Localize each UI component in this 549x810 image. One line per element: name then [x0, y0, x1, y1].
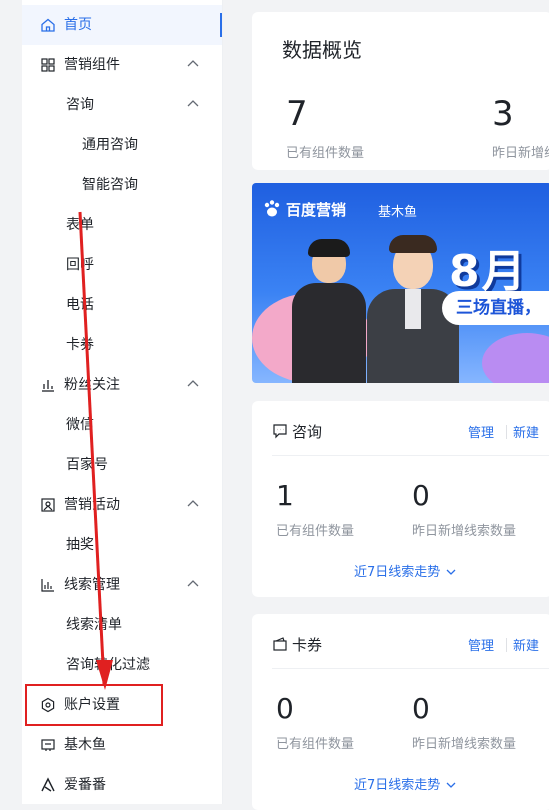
stat-label: 已有组件数量	[276, 737, 355, 752]
sidebar-item-label: 线索管理	[64, 577, 120, 593]
chevron-up-icon[interactable]	[187, 59, 199, 67]
sidebar-item-label: 卡券	[66, 337, 94, 353]
divider	[272, 455, 549, 456]
sidebar-item-label: 粉丝关注	[64, 377, 120, 393]
sidebar-item-marketing-components[interactable]: 营销组件	[22, 45, 222, 85]
sidebar-item-form[interactable]: 表单	[22, 205, 222, 245]
jimuyu-icon	[41, 739, 55, 751]
sidebar-item-smart-consult[interactable]: 智能咨询	[22, 165, 222, 205]
data-overview-card: 数据概览 7 已有组件数量 3 昨日新增线	[252, 12, 549, 170]
sidebar-item-consult[interactable]: 咨询	[22, 85, 222, 125]
trend-toggle[interactable]: 近7日线索走势	[354, 774, 456, 793]
new-link[interactable]: 新建	[513, 635, 539, 654]
sidebar-item-lottery[interactable]: 抽奖	[22, 525, 222, 565]
sidebar-item-label: 微信	[66, 417, 94, 433]
chat-bubble-icon	[273, 424, 287, 439]
activity-icon	[41, 498, 55, 512]
sidebar-item-jimuyu[interactable]: 基木鱼	[22, 725, 222, 765]
aifanfan-icon	[41, 777, 55, 792]
coupon-card: 卡券 管理 新建 0 已有组件数量 0 昨日新增线索数量 近7日线索走势	[252, 614, 549, 810]
sidebar-item-coupon[interactable]: 卡券	[22, 325, 222, 365]
sidebar-item-label: 首页	[64, 17, 92, 33]
trend-label: 近7日线索走势	[354, 778, 441, 793]
sidebar-item-label: 电话	[66, 297, 94, 313]
trend-toggle[interactable]: 近7日线索走势	[354, 561, 456, 580]
divider	[506, 638, 507, 652]
banner-headline: 8月	[449, 246, 528, 297]
active-indicator	[220, 13, 222, 37]
person-figure-left	[292, 239, 366, 383]
consult-card: 咨询 管理 新建 1 已有组件数量 0 昨日新增线索数量 近7日线索走势	[252, 401, 549, 597]
sidebar-item-leads-list[interactable]: 线索清单	[22, 605, 222, 645]
chevron-down-icon	[446, 569, 456, 575]
bar-chart-icon	[42, 380, 54, 392]
sidebar-item-label: 抽奖	[66, 537, 94, 553]
manage-link[interactable]: 管理	[468, 635, 494, 654]
stat-value: 0	[412, 479, 430, 512]
chevron-up-icon[interactable]	[187, 379, 199, 387]
sidebar-item-general-consult[interactable]: 通用咨询	[22, 125, 222, 165]
sidebar-item-label: 营销活动	[64, 497, 120, 513]
divider	[506, 425, 507, 439]
sidebar-item-label: 表单	[66, 217, 94, 233]
sidebar-item-leads-manage[interactable]: 线索管理	[22, 565, 222, 605]
sidebar-item-label: 智能咨询	[82, 177, 138, 193]
stat-value: 0	[276, 692, 294, 725]
baidu-paw-icon	[264, 200, 280, 217]
sidebar-item-wechat[interactable]: 微信	[22, 405, 222, 445]
stat-value: 1	[276, 479, 294, 512]
sidebar-item-label: 营销组件	[64, 57, 120, 73]
sidebar-item-label: 回呼	[66, 257, 94, 273]
sidebar-item-label: 通用咨询	[82, 137, 138, 153]
page-title: 数据概览	[282, 38, 362, 62]
stat-value: 7	[286, 94, 308, 134]
manage-link[interactable]: 管理	[468, 422, 494, 441]
chevron-up-icon[interactable]	[187, 499, 199, 507]
banner-subtitle: 基木鱼	[378, 205, 418, 220]
stat-value: 3	[492, 94, 514, 134]
sidebar-item-callback[interactable]: 回呼	[22, 245, 222, 285]
sidebar-item-label: 线索清单	[66, 617, 122, 633]
promo-banner[interactable]: 百度营销 基木鱼 8月 三场直播，	[252, 183, 549, 383]
sidebar-item-label: 咨询转化过滤	[66, 657, 150, 673]
stat-label: 昨日新增线索数量	[412, 737, 517, 752]
banner-decoration	[482, 333, 549, 383]
sidebar-item-label: 基木鱼	[64, 737, 106, 753]
stat-label: 昨日新增线索数量	[412, 524, 517, 539]
annotation-highlight-box	[25, 684, 163, 726]
leads-chart-icon	[41, 579, 54, 592]
stat-label: 已有组件数量	[286, 146, 365, 161]
chevron-up-icon[interactable]	[187, 99, 199, 107]
banner-tagline: 三场直播，	[442, 291, 549, 325]
sidebar-item-consult-filter[interactable]: 咨询转化过滤	[22, 645, 222, 685]
sidebar-item-aifanfan[interactable]: 爱番番	[22, 765, 222, 805]
sidebar-item-phone[interactable]: 电话	[22, 285, 222, 325]
grid-icon	[41, 58, 55, 72]
sidebar-item-home[interactable]: 首页	[22, 5, 222, 45]
sidebar-item-label: 爱番番	[64, 777, 106, 793]
chevron-up-icon[interactable]	[187, 579, 199, 587]
divider	[272, 668, 549, 669]
chevron-down-icon	[446, 782, 456, 788]
banner-brand: 百度营销	[286, 201, 347, 219]
sidebar-item-label: 咨询	[66, 97, 94, 113]
stat-label: 昨日新增线	[492, 146, 549, 161]
stat-value: 0	[412, 692, 430, 725]
stat-label: 已有组件数量	[276, 524, 355, 539]
home-icon	[41, 18, 55, 32]
sidebar-item-marketing-activity[interactable]: 营销活动	[22, 485, 222, 525]
sidebar-item-fans[interactable]: 粉丝关注	[22, 365, 222, 405]
sidebar-item-label: 百家号	[66, 457, 108, 473]
trend-label: 近7日线索走势	[354, 565, 441, 580]
card-title: 卡券	[292, 636, 323, 654]
sidebar-item-baijiahao[interactable]: 百家号	[22, 445, 222, 485]
coupon-icon	[273, 637, 287, 651]
new-link[interactable]: 新建	[513, 422, 539, 441]
card-title: 咨询	[292, 423, 323, 441]
